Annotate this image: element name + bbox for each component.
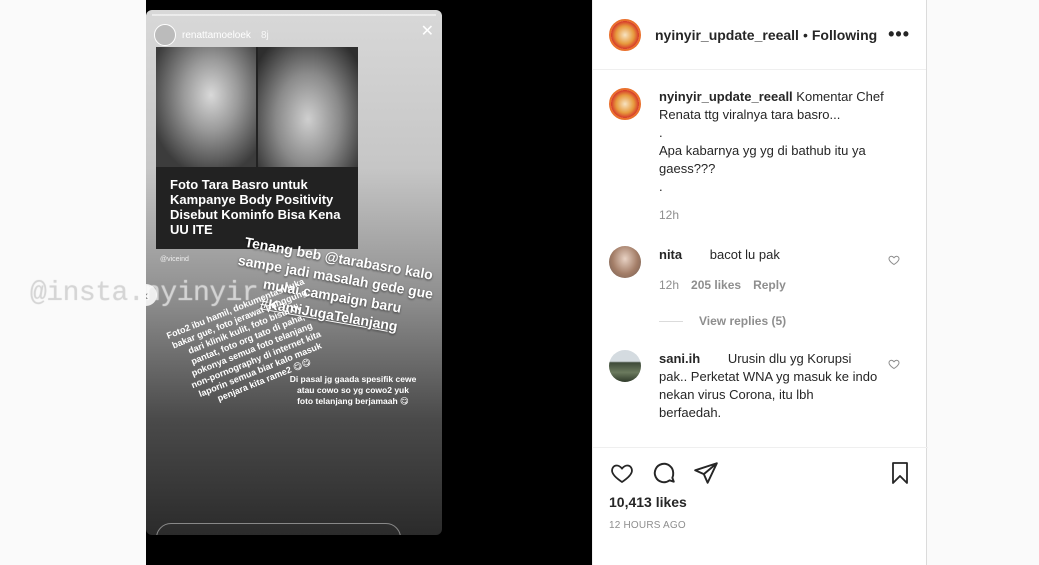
separator-dot: • <box>802 26 808 43</box>
story-username: renattamoeloek <box>182 29 251 41</box>
post-actions: 10,413 likes 12 HOURS AGO <box>593 447 928 565</box>
close-icon: ✕ <box>420 23 434 40</box>
comments-list: nyinyir_update_reeall Komentar Chef Rena… <box>593 70 926 422</box>
comment-text: bacot lu pak <box>709 247 780 262</box>
bookmark-icon[interactable] <box>888 460 912 486</box>
header-username[interactable]: nyinyir_update_reeall <box>655 27 799 43</box>
comment-body: nita bacot lu pak 12h 205 likes Reply <box>659 246 879 294</box>
avatar[interactable] <box>609 18 641 51</box>
watermark: @insta.nyinyir <box>30 278 259 309</box>
source-tag: @viceind <box>160 256 189 263</box>
avatar[interactable] <box>609 246 641 278</box>
reply-button[interactable]: Reply <box>753 276 786 294</box>
heart-icon[interactable] <box>609 461 635 485</box>
caption-text-line: Apa kabarnya yg yg di bathub itu ya gaes… <box>659 143 866 176</box>
view-replies-button[interactable]: View replies (5) <box>659 314 910 328</box>
story-progress-bar <box>152 14 436 16</box>
article-card: Foto Tara Basro untuk Kampanye Body Posi… <box>156 47 358 249</box>
likes-count[interactable]: 10,413 likes <box>609 494 912 510</box>
divider <box>659 320 683 322</box>
post-sidebar: nyinyir_update_reeall • Following ••• ny… <box>592 0 928 565</box>
avatar[interactable] <box>609 350 641 382</box>
comment-item: sani.ih Urusin dlu yg Korupsi pak.. Perk… <box>609 350 910 422</box>
comment-icon[interactable] <box>651 460 677 486</box>
view-replies-label[interactable]: View replies (5) <box>699 314 786 328</box>
following-button[interactable]: Following <box>812 27 877 43</box>
comment-meta: 12h 205 likes Reply <box>659 276 879 294</box>
caption-time[interactable]: 12h <box>659 206 907 224</box>
article-photo <box>258 47 358 167</box>
more-options-icon[interactable]: ••• <box>888 24 910 45</box>
comment-body: sani.ih Urusin dlu yg Korupsi pak.. Perk… <box>659 350 879 422</box>
heart-icon[interactable] <box>888 358 900 370</box>
comment-username[interactable]: nita <box>659 247 682 262</box>
page: renattamoeloek 8j ✕ Foto Tara Basro untu… <box>0 0 1039 565</box>
post-timestamp[interactable]: 12 HOURS AGO <box>609 520 912 531</box>
comment-likes[interactable]: 205 likes <box>691 276 741 294</box>
story-time: 8j <box>260 29 269 41</box>
comment-username[interactable]: sani.ih <box>659 351 700 366</box>
story-avatar <box>154 24 176 46</box>
article-photo <box>156 47 256 167</box>
avatar[interactable] <box>609 88 641 120</box>
caption: nyinyir_update_reeall Komentar Chef Rena… <box>609 88 910 224</box>
comment-time[interactable]: 12h <box>659 276 679 294</box>
heart-icon[interactable] <box>888 254 900 266</box>
story-header: renattamoeloek 8j <box>154 24 269 46</box>
article-headline: Foto Tara Basro untuk Kampanye Body Posi… <box>170 177 341 237</box>
comment-item: nita bacot lu pak 12h 205 likes Reply <box>609 246 910 294</box>
caption-username[interactable]: nyinyir_update_reeall <box>659 89 793 104</box>
post-header: nyinyir_update_reeall • Following ••• <box>593 0 926 70</box>
share-icon[interactable] <box>693 460 719 486</box>
caption-text-line: . <box>659 179 663 194</box>
action-icons <box>609 460 912 486</box>
caption-text-line: . <box>659 125 663 140</box>
caption-body: nyinyir_update_reeall Komentar Chef Rena… <box>659 88 907 224</box>
story-reply-box <box>156 523 401 535</box>
story-screenshot: renattamoeloek 8j ✕ Foto Tara Basro untu… <box>146 10 442 535</box>
story-overlay-right: Di pasal jg gaada spesifik cewe atau cow… <box>289 374 417 406</box>
